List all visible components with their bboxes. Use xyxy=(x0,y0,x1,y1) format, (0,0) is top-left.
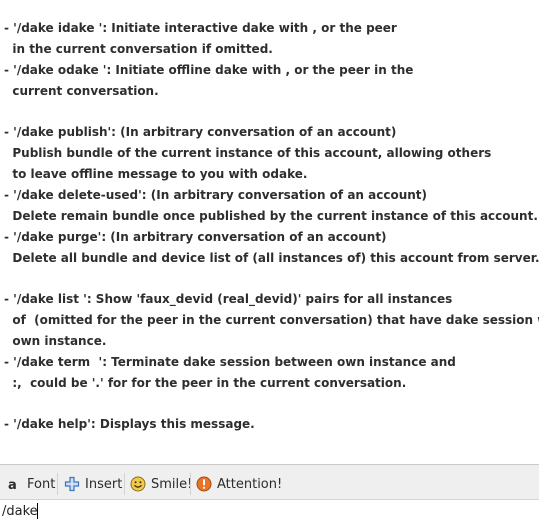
help-line: own instance. xyxy=(4,334,107,348)
message-input-text[interactable]: /dake xyxy=(2,504,38,519)
help-line: Delete remain bundle once published by t… xyxy=(4,209,538,223)
plus-icon xyxy=(64,476,80,492)
font-label: Font xyxy=(27,476,56,492)
toolbar-separator xyxy=(190,473,191,495)
help-line: to leave offline message to you with oda… xyxy=(4,167,308,181)
insert-button[interactable]: Insert xyxy=(64,473,122,495)
formatting-toolbar: a Font Insert Smile! Attention! xyxy=(0,464,539,500)
message-input[interactable]: /dake xyxy=(0,500,539,525)
smile-label: Smile! xyxy=(151,476,193,492)
smiley-icon xyxy=(130,476,146,492)
svg-text:a: a xyxy=(8,478,17,492)
attention-icon xyxy=(196,476,212,492)
font-icon: a xyxy=(6,476,22,492)
toolbar-separator xyxy=(124,473,125,495)
help-line: - '/dake delete-used': (In arbitrary con… xyxy=(4,188,428,202)
help-line: in the current conversation if omitted. xyxy=(4,42,273,56)
smile-button[interactable]: Smile! xyxy=(130,473,192,495)
help-line: - '/dake publish': (In arbitrary convers… xyxy=(4,125,397,139)
help-line: - '/dake help': Displays this message. xyxy=(4,417,255,431)
help-line: - '/dake purge': (In arbitrary conversat… xyxy=(4,230,387,244)
attention-button[interactable]: Attention! xyxy=(196,473,282,495)
toolbar-separator xyxy=(57,473,58,495)
help-line: current conversation. xyxy=(4,84,159,98)
font-button[interactable]: a Font xyxy=(6,473,55,495)
help-line: - '/dake odake ': Initiate offline dake … xyxy=(4,63,414,77)
attention-label: Attention! xyxy=(217,476,283,492)
help-line: - '/dake idake ': Initiate interactive d… xyxy=(4,21,397,35)
conversation-history[interactable]: - '/dake idake ': Initiate interactive d… xyxy=(0,0,539,464)
help-line: :, could be '.' for for the peer in the … xyxy=(4,376,407,390)
help-line: - '/dake term ': Terminate dake session … xyxy=(4,355,456,369)
help-line: - '/dake list ': Show 'faux_devid (real_… xyxy=(4,292,453,306)
help-line: Delete all bundle and device list of (al… xyxy=(4,251,539,265)
help-line: of (omitted for the peer in the current … xyxy=(4,313,539,327)
help-line: Publish bundle of the current instance o… xyxy=(4,146,492,160)
text-caret xyxy=(37,503,38,519)
insert-label: Insert xyxy=(85,476,123,492)
